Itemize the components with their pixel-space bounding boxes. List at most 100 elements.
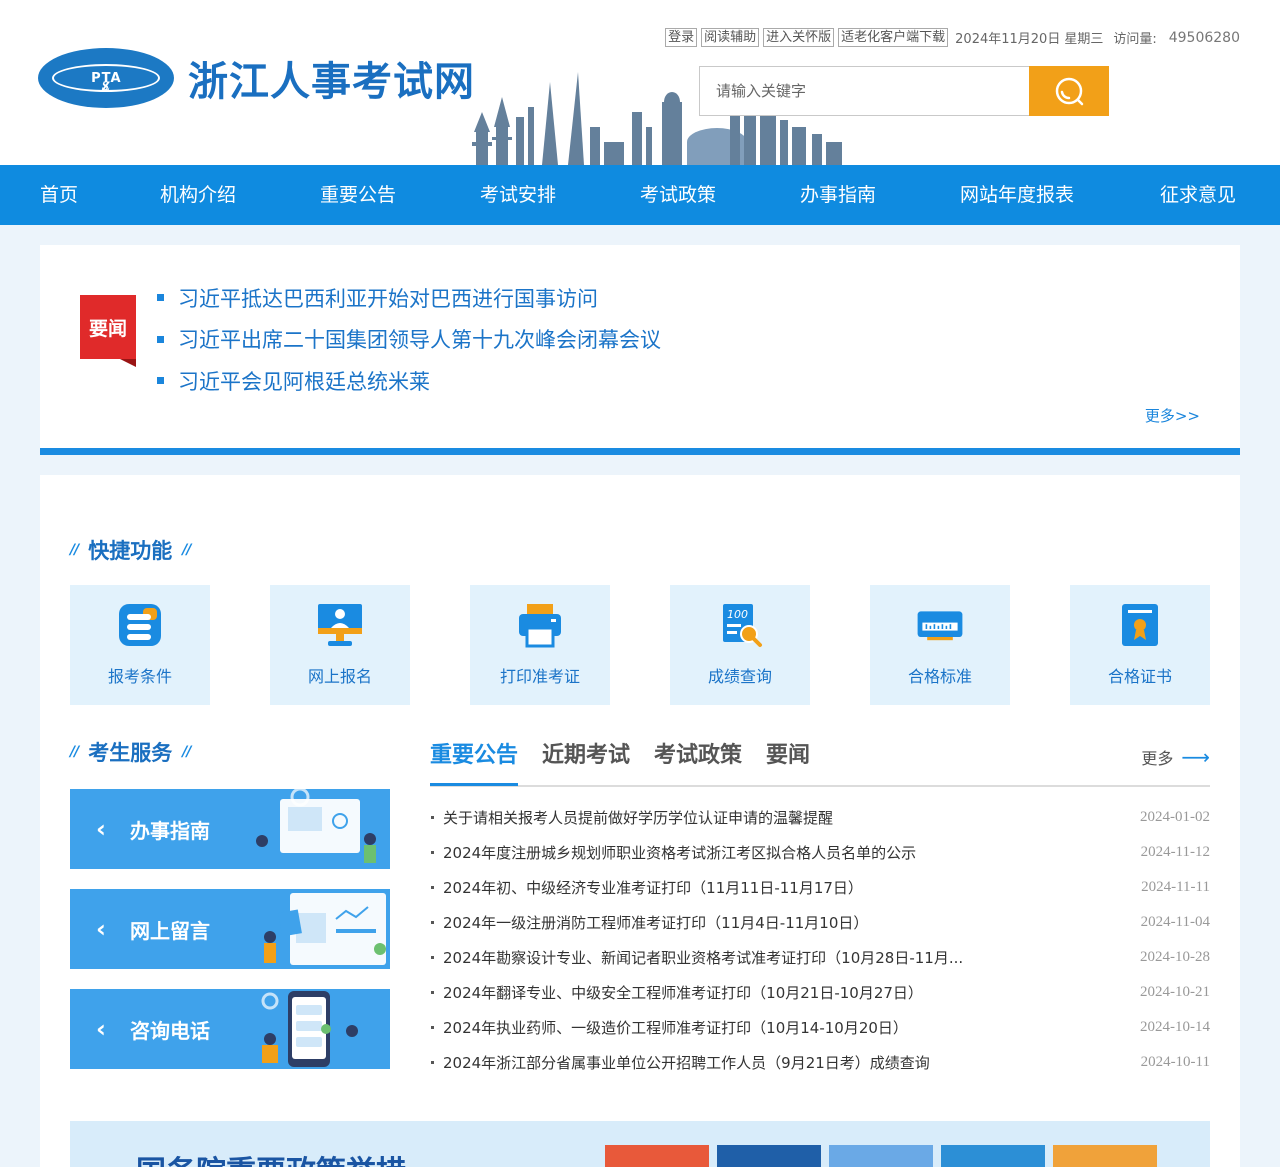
svg-text:100: 100	[727, 608, 748, 621]
bullet-dot-icon	[431, 851, 434, 854]
quick-functions-title-text: 快捷功能	[88, 539, 173, 563]
nav-service-guide[interactable]: 办事指南	[800, 165, 876, 225]
policy-thumbnail[interactable]	[605, 1145, 709, 1167]
chevron-left-icon: ‹	[96, 1015, 106, 1043]
main-content-card: // 快捷功能 // 报考条件 网上报名 打印准考证 100 成绩查询 合格标准…	[40, 475, 1240, 1167]
quick-certificate[interactable]: 合格证书	[1070, 585, 1210, 705]
candidate-services-title-text: 考生服务	[88, 741, 173, 765]
quick-print-admission[interactable]: 打印准考证	[470, 585, 610, 705]
policy-banner-title: 国务院重要政策举措	[136, 1147, 406, 1167]
quick-label: 合格证书	[1107, 667, 1172, 686]
bullet-dot-icon	[431, 1061, 434, 1064]
quick-exam-conditions[interactable]: 报考条件	[70, 585, 210, 705]
slash-decoration-icon: //	[182, 542, 191, 558]
current-weekday: 星期三	[1064, 32, 1104, 47]
bullet-square-icon	[157, 377, 164, 385]
policy-thumbnail[interactable]	[1053, 1145, 1157, 1167]
elderly-client-download-link[interactable]: 适老化客户端下载	[838, 28, 949, 47]
announcement-item[interactable]: 2024年翻译专业、中级安全工程师准考证打印（10月21日-10月27日） 202…	[430, 975, 1210, 1010]
search-bar	[699, 66, 1109, 116]
announcement-item[interactable]: 2024年初、中级经济专业准考证打印（11月11日-11月17日） 2024-11…	[430, 870, 1210, 905]
announcement-date: 2024-10-28	[1140, 949, 1210, 965]
main-nav: 首页 机构介绍 重要公告 考试安排 考试政策 办事指南 网站年度报表 征求意见	[0, 165, 1280, 225]
login-link[interactable]: 登录	[665, 28, 698, 47]
certificate-icon	[1116, 601, 1164, 649]
policy-thumbnail[interactable]	[829, 1145, 933, 1167]
tab-exam-policy[interactable]: 考试政策	[654, 737, 742, 785]
bullet-dot-icon	[431, 1026, 434, 1029]
policy-banner[interactable]: 国务院重要政策举措	[70, 1121, 1210, 1167]
office-workers-illustration	[256, 789, 376, 865]
slash-decoration-icon: //	[70, 542, 79, 558]
exam-conditions-icon	[116, 601, 164, 649]
reading-assist-link[interactable]: 阅读辅助	[701, 28, 760, 47]
announcement-item[interactable]: 2024年度注册城乡规划师职业资格考试浙江考区拟合格人员名单的公示 2024-11…	[430, 835, 1210, 870]
search-input[interactable]	[699, 66, 1029, 116]
phone-consultation-illustration	[261, 991, 358, 1067]
nav-exam-policy[interactable]: 考试政策	[640, 165, 716, 225]
bullet-square-icon	[157, 294, 164, 302]
arrow-right-icon: ⟶	[1181, 745, 1210, 769]
slash-decoration-icon: //	[70, 744, 79, 760]
quick-label: 合格标准	[907, 667, 972, 686]
bullet-dot-icon	[431, 886, 434, 889]
slash-decoration-icon: //	[182, 744, 191, 760]
headline-news-item[interactable]: 习近平会见阿根廷总统米莱	[157, 360, 661, 402]
announcement-date: 2024-11-04	[1140, 914, 1210, 930]
headline-news-panel: 要闻 习近平抵达巴西利亚开始对巴西进行国事访问 习近平出席二十国集团领导人第十九…	[40, 245, 1240, 455]
quick-label: 打印准考证	[499, 667, 580, 686]
headline-news-text: 习近平抵达巴西利亚开始对巴西进行国事访问	[178, 286, 598, 311]
quick-label: 报考条件	[107, 667, 172, 686]
announcement-item[interactable]: 2024年勘察设计专业、新闻记者职业资格考试准考证打印（10月28日-11月..…	[430, 940, 1210, 975]
nav-exam-schedule[interactable]: 考试安排	[480, 165, 556, 225]
tab-headlines[interactable]: 要闻	[766, 737, 810, 785]
online-message-card[interactable]: ‹ 网上留言	[70, 889, 390, 969]
chevron-left-icon: ‹	[96, 915, 106, 943]
announcement-item[interactable]: 关于请相关报考人员提前做好学历学位认证申请的温馨提醒 2024-01-02	[430, 800, 1210, 835]
printer-icon	[516, 601, 564, 649]
policy-thumbnail[interactable]	[941, 1145, 1045, 1167]
pta-logo-icon: Z PTA S	[38, 48, 174, 108]
headline-news-text: 习近平出席二十国集团领导人第十九次峰会闭幕会议	[178, 328, 661, 353]
headline-news-text: 习近平会见阿根廷总统米莱	[178, 369, 430, 394]
tab-recent-exams[interactable]: 近期考试	[542, 737, 630, 785]
nav-annual-report[interactable]: 网站年度报表	[960, 165, 1074, 225]
nav-feedback[interactable]: 征求意见	[1160, 165, 1236, 225]
headline-more-link[interactable]: 更多>>	[1145, 405, 1200, 426]
search-icon	[1055, 77, 1084, 106]
announcement-date: 2024-01-02	[1140, 809, 1210, 825]
announcement-title: 2024年勘察设计专业、新闻记者职业资格考试准考证打印（10月28日-11月..…	[443, 949, 964, 967]
policy-thumbnail[interactable]	[717, 1145, 821, 1167]
announcement-item[interactable]: 2024年浙江部分省属事业单位公开招聘工作人员（9月21日考）成绩查询 2024-…	[430, 1045, 1210, 1080]
nav-institution[interactable]: 机构介绍	[160, 165, 236, 225]
tabs-more-label: 更多	[1141, 749, 1174, 768]
headline-news-item[interactable]: 习近平抵达巴西利亚开始对巴西进行国事访问	[157, 277, 661, 319]
visits-count: 49506280	[1168, 29, 1240, 46]
bullet-dot-icon	[431, 991, 434, 994]
current-date: 2024年11月20日	[955, 32, 1061, 47]
quick-label: 成绩查询	[707, 667, 772, 686]
quick-online-registration[interactable]: 网上报名	[270, 585, 410, 705]
nav-announcements[interactable]: 重要公告	[320, 165, 396, 225]
announcement-title: 2024年浙江部分省属事业单位公开招聘工作人员（9月21日考）成绩查询	[443, 1054, 930, 1072]
service-guide-card[interactable]: ‹ 办事指南	[70, 789, 390, 869]
tab-important-announcements[interactable]: 重要公告	[430, 737, 519, 786]
announcement-date: 2024-11-12	[1140, 844, 1210, 860]
chevron-left-icon: ‹	[96, 815, 106, 843]
site-logo[interactable]: Z PTA S 浙江人事考试网	[38, 48, 475, 108]
quick-score-query[interactable]: 100 成绩查询	[670, 585, 810, 705]
quick-pass-standard[interactable]: 合格标准	[870, 585, 1010, 705]
tabs-more-link[interactable]: 更多 ⟶	[1141, 745, 1210, 769]
announcement-list: 关于请相关报考人员提前做好学历学位认证申请的温馨提醒 2024-01-02 202…	[430, 800, 1210, 1080]
announcement-item[interactable]: 2024年一级注册消防工程师准考证打印（11月4日-11月10日） 2024-11…	[430, 905, 1210, 940]
announcement-item[interactable]: 2024年执业药师、一级造价工程师准考证打印（10月14-10月20日） 2024…	[430, 1010, 1210, 1045]
announcement-date: 2024-10-11	[1140, 1054, 1210, 1070]
consult-phone-card[interactable]: ‹ 咨询电话	[70, 989, 390, 1069]
nav-home[interactable]: 首页	[40, 165, 78, 225]
online-registration-icon	[316, 601, 364, 649]
headline-news-tag: 要闻	[80, 295, 136, 367]
headline-news-item[interactable]: 习近平出席二十国集团领导人第十九次峰会闭幕会议	[157, 319, 661, 361]
quick-functions-title: // 快捷功能 //	[60, 535, 200, 565]
search-button[interactable]	[1029, 66, 1109, 116]
care-version-link[interactable]: 进入关怀版	[763, 28, 835, 47]
